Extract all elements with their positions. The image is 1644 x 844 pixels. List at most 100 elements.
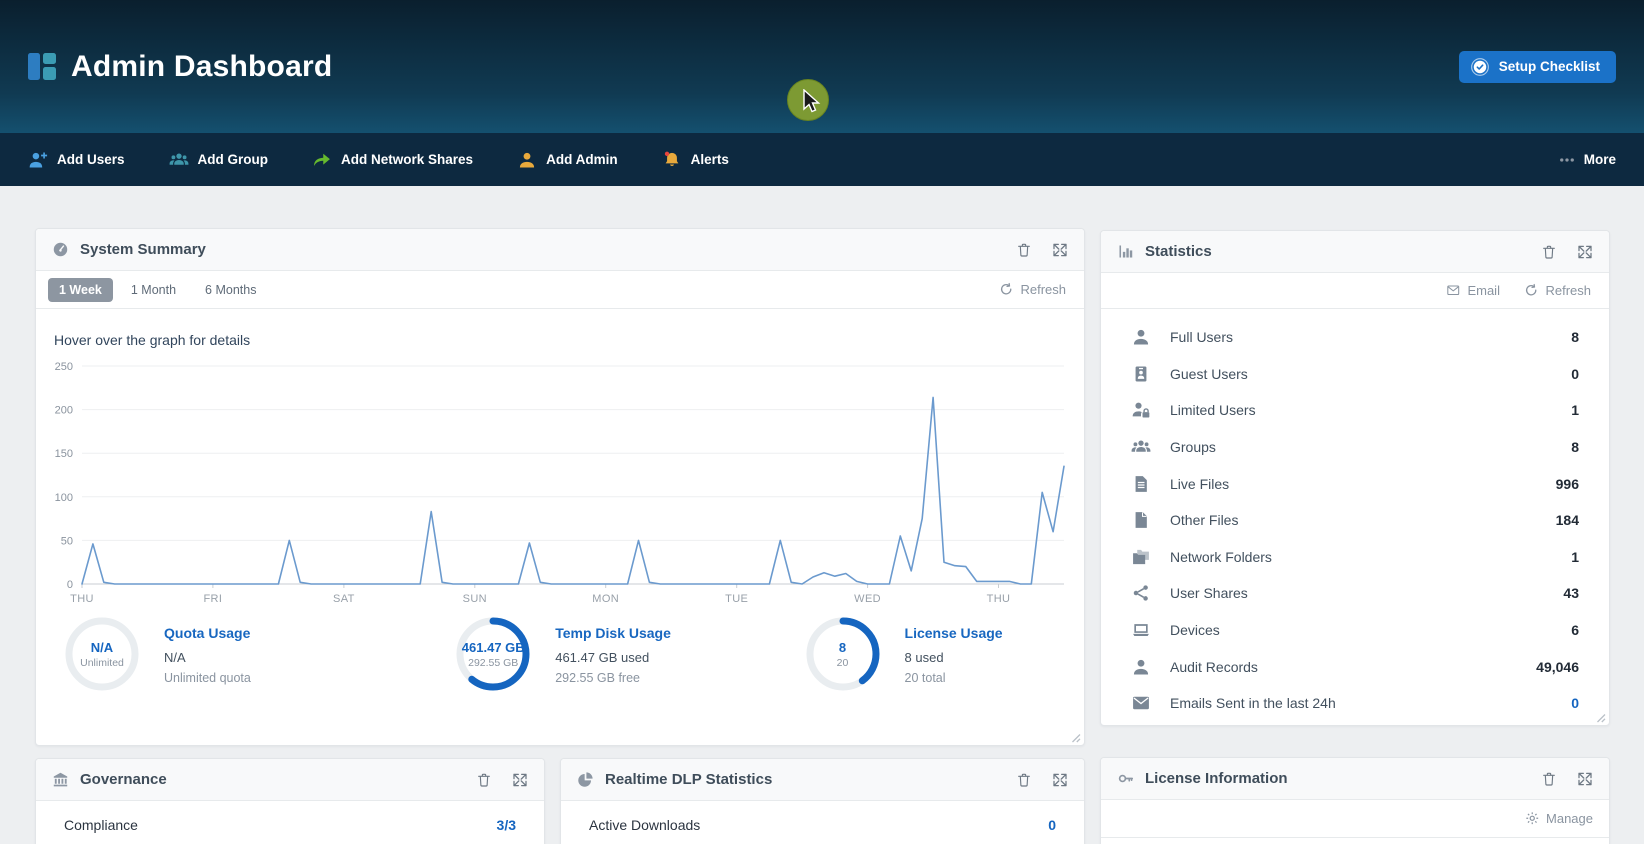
statistics-list: Full Users8Guest Users0Limited Users1Gro…	[1101, 309, 1609, 722]
svg-text:200: 200	[55, 405, 73, 417]
stat-label: Audit Records	[1170, 659, 1258, 675]
stat-row-audit-records: Audit Records49,046	[1131, 648, 1579, 685]
license-toolbar: Manage	[1101, 800, 1609, 838]
trash-icon[interactable]	[1016, 772, 1032, 788]
gauge-ring: 8 20	[805, 616, 881, 692]
governance-panel: Governance Compliance 3/3	[35, 758, 545, 844]
pie-chart-icon	[577, 771, 594, 788]
system-summary-title: System Summary	[80, 241, 206, 258]
nav-item-add-network-shares[interactable]: Add Network Shares	[312, 150, 473, 170]
gauge-title-link[interactable]: Temp Disk Usage	[555, 625, 671, 641]
stat-label: Emails Sent in the last 24h	[1170, 695, 1336, 711]
statistics-header: Statistics	[1101, 231, 1609, 273]
gauge-detail-2: 292.55 GB free	[555, 671, 671, 685]
key-icon	[1117, 770, 1134, 787]
dashboard-grid: System Summary 1 Week 1 Month 6 Months Ref…	[0, 186, 1644, 844]
active-downloads-row: Active Downloads 0	[561, 801, 1084, 833]
gauge-center-sub: 20	[837, 657, 849, 669]
tab-1-month[interactable]: 1 Month	[120, 278, 187, 302]
governance-header: Governance	[36, 759, 544, 801]
gauge-license-usage: 8 20 License Usage 8 used 20 total	[805, 616, 1068, 692]
user-lock-icon	[1131, 400, 1151, 420]
gauge-detail-1: 461.47 GB used	[555, 650, 671, 665]
nav-item-label: Add Group	[198, 152, 269, 167]
nav-item-label: Add Network Shares	[341, 152, 473, 167]
expand-icon[interactable]	[1577, 771, 1593, 787]
more-button[interactable]: More	[1558, 151, 1616, 169]
setup-checklist-label: Setup Checklist	[1499, 59, 1600, 74]
gear-icon	[1525, 811, 1540, 826]
logo-square-bottom	[43, 67, 56, 80]
trash-icon[interactable]	[1541, 244, 1557, 260]
refresh-button[interactable]: Refresh	[1524, 283, 1591, 298]
stat-value: 1	[1571, 549, 1579, 565]
expand-icon[interactable]	[1052, 242, 1068, 258]
ellipsis-icon	[1558, 151, 1576, 169]
nav-item-add-admin[interactable]: Add Admin	[517, 150, 618, 170]
nav-item-add-group[interactable]: Add Group	[169, 150, 269, 170]
tab-1-week[interactable]: 1 Week	[48, 278, 113, 302]
stat-row-groups: Groups8	[1131, 429, 1579, 466]
svg-text:0: 0	[67, 579, 73, 591]
gauge-title-link[interactable]: Quota Usage	[164, 625, 251, 641]
nav-item-alerts[interactable]: Alerts	[662, 150, 729, 170]
governance-title: Governance	[80, 771, 167, 788]
license-title: License Information	[1145, 770, 1288, 787]
expand-icon[interactable]	[512, 772, 528, 788]
expand-icon[interactable]	[1052, 772, 1068, 788]
trash-icon[interactable]	[1541, 771, 1557, 787]
mouse-cursor	[802, 89, 822, 117]
nav-item-add-users[interactable]: Add Users	[28, 150, 125, 170]
system-summary-header: System Summary	[36, 229, 1084, 271]
user-icon	[1131, 657, 1151, 677]
stat-row-full-users: Full Users8	[1131, 319, 1579, 356]
trash-icon[interactable]	[1016, 242, 1032, 258]
gauge-detail-1: N/A	[164, 650, 251, 665]
statistics-title: Statistics	[1145, 243, 1212, 260]
svg-text:150: 150	[55, 448, 73, 460]
nav-item-label: Add Users	[57, 152, 125, 167]
statistics-panel: Statistics Email Refresh Full Users8Gues…	[1100, 230, 1610, 726]
stat-label: User Shares	[1170, 585, 1248, 601]
stat-row-live-files: Live Files996	[1131, 465, 1579, 502]
gauge-detail-2: Unlimited quota	[164, 671, 251, 685]
dlp-title: Realtime DLP Statistics	[605, 771, 772, 788]
nav-item-label: Add Admin	[546, 152, 618, 167]
stat-label: Live Files	[1170, 476, 1229, 492]
svg-text:THU: THU	[70, 593, 94, 605]
stat-label: Other Files	[1170, 512, 1238, 528]
stat-row-guest-users: Guest Users0	[1131, 356, 1579, 393]
logo-bar	[28, 53, 40, 80]
page-title: Admin Dashboard	[71, 50, 332, 84]
svg-text:FRI: FRI	[203, 593, 222, 605]
gauge-center-sub: 292.55 GB	[468, 657, 518, 669]
tab-6-months[interactable]: 6 Months	[194, 278, 267, 302]
stat-row-user-shares: User Shares43	[1131, 575, 1579, 612]
chart-hint: Hover over the graph for details	[52, 332, 1068, 348]
compliance-row: Compliance 3/3	[36, 801, 544, 833]
gauge-center-value: 8	[839, 640, 846, 655]
gauge-ring: N/A Unlimited	[64, 616, 140, 692]
trash-icon[interactable]	[476, 772, 492, 788]
manage-button[interactable]: Manage	[1525, 811, 1593, 826]
refresh-button[interactable]: Refresh	[999, 282, 1066, 297]
share-nodes-icon	[1131, 583, 1151, 603]
folders-icon	[1131, 547, 1151, 567]
file-lines-icon	[1131, 474, 1151, 494]
time-range-tabs: 1 Week 1 Month 6 Months Refresh	[36, 271, 1084, 309]
email-button[interactable]: Email	[1446, 283, 1500, 298]
setup-checklist-button[interactable]: Setup Checklist	[1459, 51, 1616, 83]
expand-icon[interactable]	[1577, 244, 1593, 260]
user-plus-icon	[28, 150, 48, 170]
resize-handle-icon[interactable]	[1069, 731, 1081, 743]
gauge-title-link[interactable]: License Usage	[905, 625, 1003, 641]
activity-line-chart[interactable]: 050100150200250THUFRISATSUNMONTUEWEDTHU	[52, 358, 1068, 606]
stat-value: 0	[1571, 366, 1579, 382]
resize-handle-icon[interactable]	[1594, 711, 1606, 723]
id-badge-icon	[1131, 364, 1151, 384]
compliance-value: 3/3	[497, 817, 516, 833]
stat-label: Devices	[1170, 622, 1220, 638]
stat-label: Network Folders	[1170, 549, 1272, 565]
license-information-panel: License Information Manage	[1100, 757, 1610, 844]
gauge-center-value: N/A	[91, 640, 113, 655]
